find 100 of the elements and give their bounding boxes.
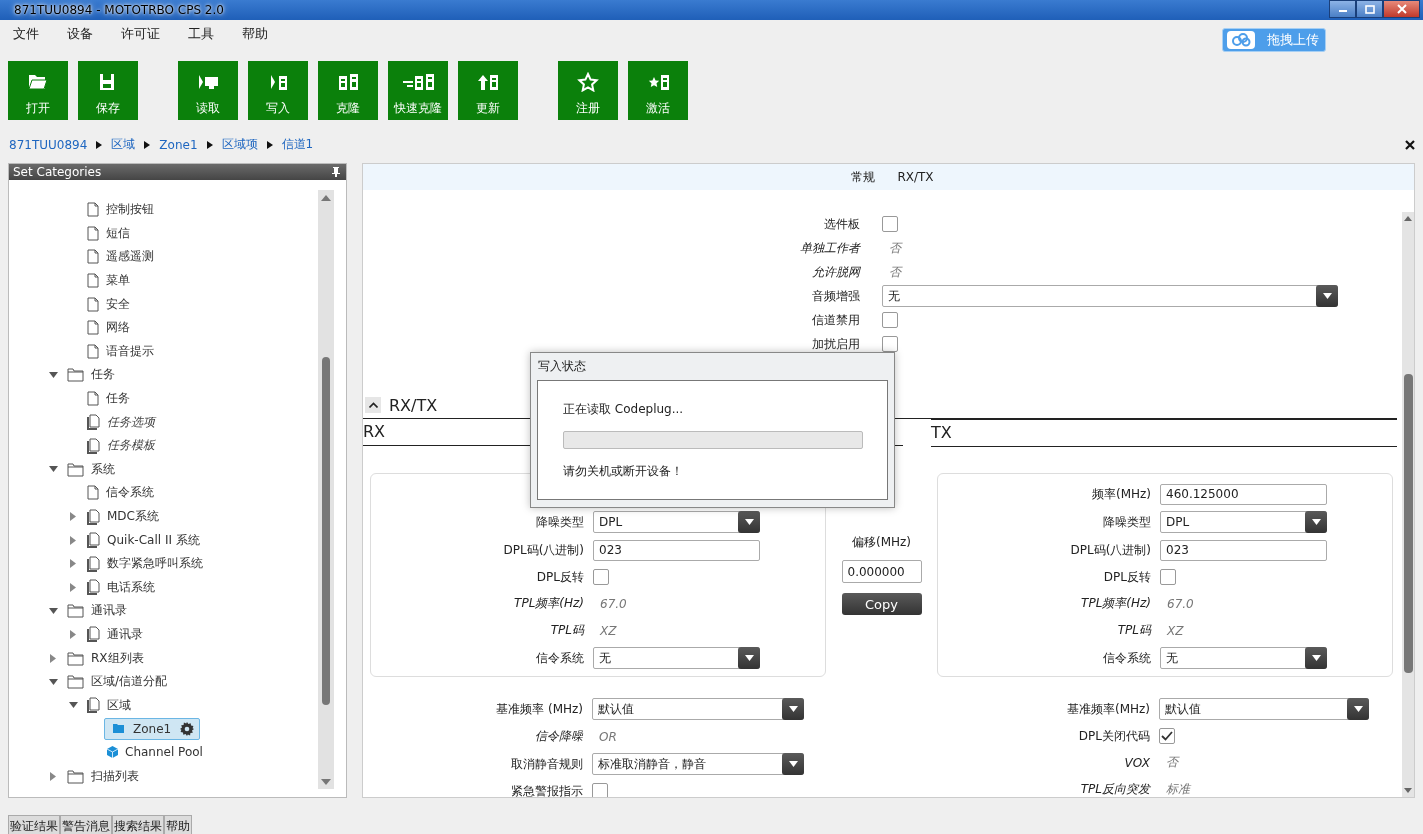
toolbar-button[interactable]: 更新: [458, 61, 518, 120]
tree-item[interactable]: 网络: [84, 316, 133, 339]
pin-icon[interactable]: [332, 167, 340, 177]
caret-right-icon[interactable]: [50, 653, 56, 663]
tree-item[interactable]: MDC系统: [84, 505, 162, 528]
dropdown[interactable]: 默认值: [592, 698, 804, 720]
field-label: 信道禁用: [811, 311, 860, 329]
tree-item[interactable]: 系统: [64, 458, 118, 481]
text-field[interactable]: 023: [1160, 539, 1327, 561]
dropdown[interactable]: 无: [1160, 647, 1327, 669]
checkbox[interactable]: [882, 216, 898, 232]
checkbox[interactable]: [882, 336, 898, 352]
toolbar-button[interactable]: 打开: [8, 61, 68, 120]
breadcrumb-link[interactable]: 区域: [111, 136, 136, 153]
tab[interactable]: 警告消息: [60, 815, 112, 834]
tree-item[interactable]: 扫描列表: [64, 765, 142, 788]
checkbox[interactable]: [1160, 569, 1176, 585]
pages-icon: [87, 414, 100, 431]
field-label: TPL码: [549, 622, 584, 639]
tree-item[interactable]: 任务: [84, 387, 133, 410]
text-field[interactable]: 023: [593, 539, 760, 561]
page-icon: [87, 296, 99, 312]
tree-item[interactable]: 通讯录: [64, 599, 130, 622]
collapse-button[interactable]: [365, 397, 381, 413]
text-field[interactable]: 0.000000: [841, 560, 922, 583]
menu-item[interactable]: 文件: [5, 26, 47, 42]
breadcrumb-link[interactable]: 区域项: [221, 136, 258, 153]
tree-item[interactable]: 语音提示: [84, 340, 157, 363]
page-icon: [87, 485, 99, 501]
tree-item[interactable]: Zone1: [104, 717, 201, 740]
menu-item[interactable]: 设备: [59, 26, 101, 42]
toolbar-button[interactable]: 读取: [178, 61, 238, 120]
tree-item[interactable]: 区域: [84, 694, 134, 717]
tree-item[interactable]: 任务: [64, 363, 118, 386]
menu-item[interactable]: 帮助: [234, 26, 276, 42]
scrollbar[interactable]: [1402, 212, 1414, 797]
toolbar-button[interactable]: 写入: [248, 61, 308, 120]
dropdown[interactable]: DPL: [1160, 511, 1327, 533]
copy-button[interactable]: Copy: [841, 593, 922, 615]
checkbox[interactable]: [1159, 728, 1175, 744]
tab[interactable]: RX/TX: [897, 170, 934, 184]
dropdown[interactable]: 无: [882, 285, 1338, 307]
tree-item[interactable]: Quik-Call II 系统: [84, 529, 203, 552]
toolbar-button[interactable]: 注册: [558, 61, 618, 120]
close-button[interactable]: [1383, 0, 1420, 18]
tree-item[interactable]: 控制按钮: [84, 198, 157, 221]
breadcrumb-link[interactable]: 信道1: [281, 136, 314, 153]
caret-down-icon[interactable]: [48, 466, 58, 473]
tree-item[interactable]: 区域/信道分配: [64, 670, 171, 693]
dropdown[interactable]: 标准取消静音，静音: [592, 753, 804, 775]
caret-right-icon[interactable]: [70, 559, 76, 569]
dropdown[interactable]: 默认值: [1159, 698, 1369, 720]
menu-item[interactable]: 许可证: [113, 26, 168, 42]
text-field[interactable]: 460.125000: [1160, 483, 1327, 505]
maximize-button[interactable]: [1356, 0, 1383, 18]
checkbox[interactable]: [882, 312, 898, 328]
field-label: 信令系统: [535, 649, 584, 667]
tree-item[interactable]: 电话系统: [84, 576, 158, 599]
tree-item[interactable]: 安全: [84, 293, 133, 316]
field-label: TPL频率(Hz): [1080, 595, 1151, 612]
caret-down-icon[interactable]: [48, 678, 58, 685]
scrollbar-thumb[interactable]: [1403, 374, 1413, 673]
breadcrumb-link[interactable]: Zone1: [159, 137, 198, 152]
caret-right-icon[interactable]: [70, 630, 76, 639]
minimize-button[interactable]: [1329, 0, 1356, 18]
caret-down-icon: [1311, 519, 1321, 525]
tree-item[interactable]: 信令系统: [84, 481, 157, 504]
tree-item[interactable]: RX组列表: [64, 647, 147, 670]
caret-down-icon[interactable]: [68, 702, 78, 709]
tree-item[interactable]: 短信: [84, 222, 133, 245]
toolbar-button[interactable]: 保存: [78, 61, 138, 120]
dropdown[interactable]: DPL: [593, 511, 760, 533]
field-value: 否: [1165, 754, 1181, 771]
close-icon[interactable]: [1405, 139, 1415, 150]
toolbar-button[interactable]: 克隆: [318, 61, 378, 120]
tree-item[interactable]: 通讯录: [84, 623, 146, 646]
checkbox[interactable]: [593, 569, 609, 585]
caret-down-icon[interactable]: [48, 371, 58, 378]
tree-item[interactable]: 遥感遥测: [84, 246, 157, 268]
menu-item[interactable]: 工具: [180, 26, 222, 42]
scrollbar-thumb[interactable]: [322, 357, 330, 705]
toolbar-button[interactable]: 快速克隆: [388, 61, 448, 120]
scrollbar[interactable]: [318, 190, 334, 789]
dropdown[interactable]: 无: [593, 647, 760, 669]
breadcrumb-link[interactable]: 871TUU0894: [9, 137, 88, 152]
caret-right-icon[interactable]: [70, 512, 76, 521]
tree-item[interactable]: Channel Pool: [104, 741, 206, 764]
tab[interactable]: 验证结果: [8, 815, 60, 834]
tree-item[interactable]: 数字紧急呼叫系统: [84, 552, 206, 575]
caret-right-icon[interactable]: [70, 535, 76, 545]
tab[interactable]: 搜索结果: [112, 815, 164, 834]
toolbar-button[interactable]: 激活: [628, 61, 688, 120]
caret-down-icon[interactable]: [48, 607, 58, 614]
tree-item[interactable]: 菜单: [84, 269, 133, 292]
tab[interactable]: 帮助: [164, 815, 192, 834]
checkbox[interactable]: [592, 783, 608, 797]
caret-right-icon[interactable]: [70, 582, 76, 592]
tab[interactable]: 常规: [851, 168, 876, 186]
caret-right-icon[interactable]: [50, 771, 56, 781]
field-label: DPL码(八进制): [502, 541, 584, 559]
